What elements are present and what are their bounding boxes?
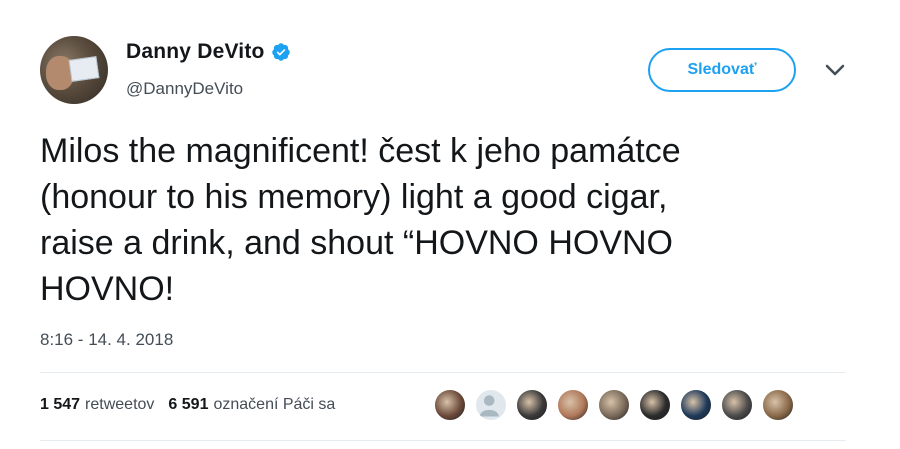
chevron-down-icon[interactable] — [824, 62, 846, 78]
liker-avatar[interactable] — [761, 388, 795, 422]
tweet-card: Danny DeVito @DannyDeVito Sledovať Milos… — [0, 0, 900, 449]
verified-badge-icon — [271, 43, 290, 61]
author-name-row[interactable]: Danny DeVito — [126, 40, 291, 64]
liker-avatar[interactable] — [433, 388, 467, 422]
liker-avatar[interactable] — [515, 388, 549, 422]
retweets-label[interactable]: retweetov — [85, 396, 154, 414]
likers-avatar-list — [433, 388, 802, 422]
tweet-timestamp[interactable]: 8:16 - 14. 4. 2018 — [40, 330, 173, 350]
liker-avatar[interactable] — [638, 388, 672, 422]
retweets-count[interactable]: 1 547 — [40, 396, 80, 414]
liker-avatar[interactable] — [720, 388, 754, 422]
default-avatar-icon[interactable] — [474, 388, 508, 422]
tweet-stats: 1 547 retweetov 6 591 označení Páči sa — [40, 396, 349, 414]
divider — [40, 372, 846, 373]
liker-avatar[interactable] — [597, 388, 631, 422]
likes-label[interactable]: označení Páči sa — [213, 396, 335, 414]
author-name[interactable]: Danny DeVito — [126, 40, 265, 64]
person-icon — [479, 395, 499, 417]
follow-button[interactable]: Sledovať — [648, 48, 796, 92]
divider — [40, 440, 846, 441]
liker-avatar[interactable] — [679, 388, 713, 422]
avatar-card — [68, 56, 100, 82]
likes-count[interactable]: 6 591 — [168, 396, 208, 414]
tweet-text: Milos the magnificent! čest k jeho památ… — [40, 132, 681, 308]
liker-avatar[interactable] — [556, 388, 590, 422]
author-handle[interactable]: @DannyDeVito — [126, 79, 243, 99]
author-avatar[interactable] — [40, 36, 108, 104]
